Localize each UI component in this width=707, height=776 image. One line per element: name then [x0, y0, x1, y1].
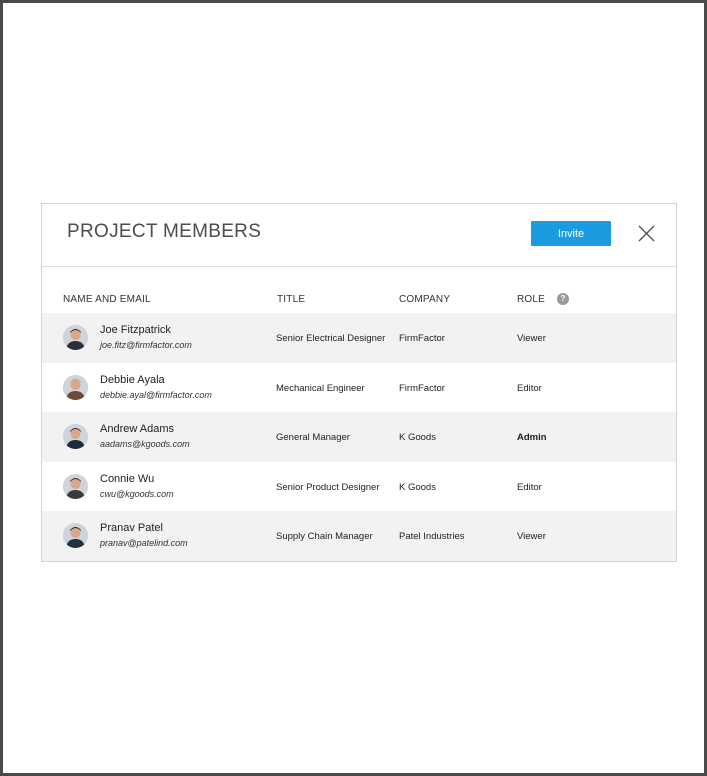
avatar — [63, 523, 88, 549]
member-email: cwu@kgoods.com — [100, 488, 174, 499]
avatar — [63, 325, 88, 350]
member-name: Debbie Ayala — [100, 373, 165, 386]
member-title: Mechanical Engineer — [276, 382, 365, 394]
table-row[interactable]: Pranav Patel pranav@patelind.com Supply … — [42, 511, 676, 561]
member-company: K Goods — [399, 432, 436, 444]
column-header-title[interactable]: TITLE — [277, 294, 305, 305]
modal-title: PROJECT MEMBERS — [67, 221, 262, 242]
project-members-modal: PROJECT MEMBERS Invite NAME AND EMAIL TI… — [41, 203, 677, 562]
member-role[interactable]: Viewer — [517, 531, 546, 542]
close-icon — [638, 225, 655, 242]
avatar-icon — [63, 424, 88, 450]
member-email: debbie.ayal@firmfactor.com — [100, 389, 212, 400]
member-company: K Goods — [399, 481, 436, 493]
member-email: pranav@patelind.com — [100, 538, 188, 549]
page-frame: PROJECT MEMBERS Invite NAME AND EMAIL TI… — [0, 0, 707, 776]
column-header-role[interactable]: ROLE — [517, 294, 545, 305]
member-title: Senior Product Designer — [276, 481, 380, 493]
modal-header: PROJECT MEMBERS Invite — [42, 204, 676, 267]
table-row[interactable]: Connie Wu cwu@kgoods.com Senior Product … — [42, 462, 676, 512]
member-role[interactable]: Editor — [517, 482, 542, 493]
avatar — [63, 424, 88, 450]
member-company: Patel Industries — [399, 531, 465, 543]
member-email: aadams@kgoods.com — [100, 439, 190, 450]
member-name: Joe Fitzpatrick — [100, 324, 171, 336]
help-icon[interactable]: ? — [557, 293, 569, 305]
avatar-icon — [63, 374, 88, 400]
avatar-icon — [63, 523, 88, 549]
member-role[interactable]: Viewer — [517, 333, 546, 344]
member-name: Pranav Patel — [100, 522, 163, 535]
column-header-company[interactable]: COMPANY — [399, 294, 450, 305]
table-row[interactable]: Joe Fitzpatrick joe.fitz@firmfactor.com … — [42, 313, 676, 363]
member-title: Supply Chain Manager — [276, 531, 373, 543]
member-name: Connie Wu — [100, 472, 155, 485]
close-button[interactable] — [634, 221, 660, 247]
member-role[interactable]: Editor — [517, 383, 542, 394]
table-header: NAME AND EMAIL TITLE COMPANY ROLE ? — [42, 267, 676, 313]
avatar-icon — [63, 473, 88, 499]
invite-button[interactable]: Invite — [531, 221, 611, 246]
avatar-icon — [63, 325, 88, 350]
table-row[interactable]: Andrew Adams aadams@kgoods.com General M… — [42, 412, 676, 462]
table-row[interactable]: Debbie Ayala debbie.ayal@firmfactor.com … — [42, 363, 676, 413]
member-title: General Manager — [276, 432, 350, 444]
member-company: FirmFactor — [399, 382, 445, 394]
member-company: FirmFactor — [399, 333, 445, 344]
member-title: Senior Electrical Designer — [276, 333, 386, 344]
members-table-body: Joe Fitzpatrick joe.fitz@firmfactor.com … — [42, 313, 676, 561]
avatar — [63, 473, 88, 499]
avatar — [63, 374, 88, 400]
member-name: Andrew Adams — [100, 423, 174, 436]
member-role[interactable]: Admin — [517, 432, 547, 443]
column-header-name-email[interactable]: NAME AND EMAIL — [63, 294, 151, 305]
member-email: joe.fitz@firmfactor.com — [100, 340, 192, 350]
